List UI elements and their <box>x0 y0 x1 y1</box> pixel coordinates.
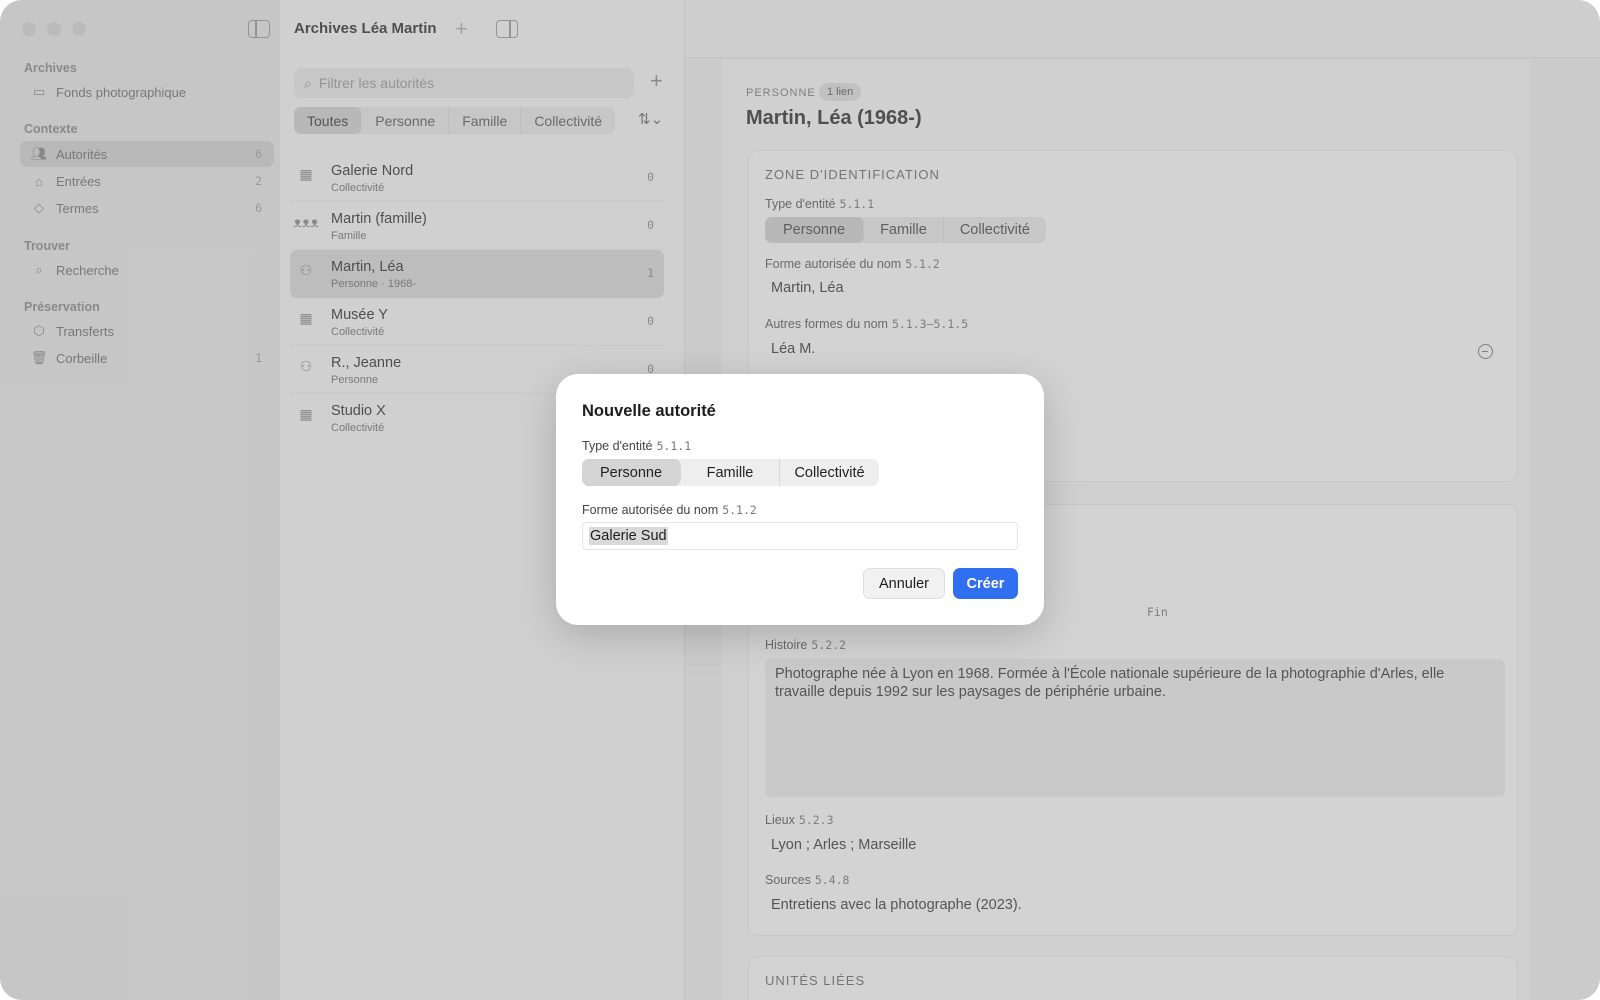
dialog-type-personne[interactable]: Personne <box>582 459 681 486</box>
dialog-name-input[interactable]: Galerie Sud <box>582 522 1018 550</box>
dialog-entity-type-label: Type d'entité 5.1.1 <box>582 439 692 453</box>
dialog-type-famille[interactable]: Famille <box>681 459 780 486</box>
dialog-type-collectivite[interactable]: Collectivité <box>780 459 879 486</box>
dialog-name-value: Galerie Sud <box>589 527 668 545</box>
app-window: Archives ▭ Fonds photographique Contexte… <box>0 0 1600 1000</box>
dialog-title: Nouvelle autorité <box>582 402 716 420</box>
cancel-button[interactable]: Annuler <box>863 568 945 599</box>
new-authority-dialog: Nouvelle autorité Type d'entité 5.1.1 Per… <box>556 374 1044 625</box>
dialog-entity-type-segmented: Personne Famille Collectivité <box>582 459 879 486</box>
dialog-name-label: Forme autorisée du nom 5.1.2 <box>582 503 757 517</box>
create-button[interactable]: Créer <box>953 568 1018 599</box>
